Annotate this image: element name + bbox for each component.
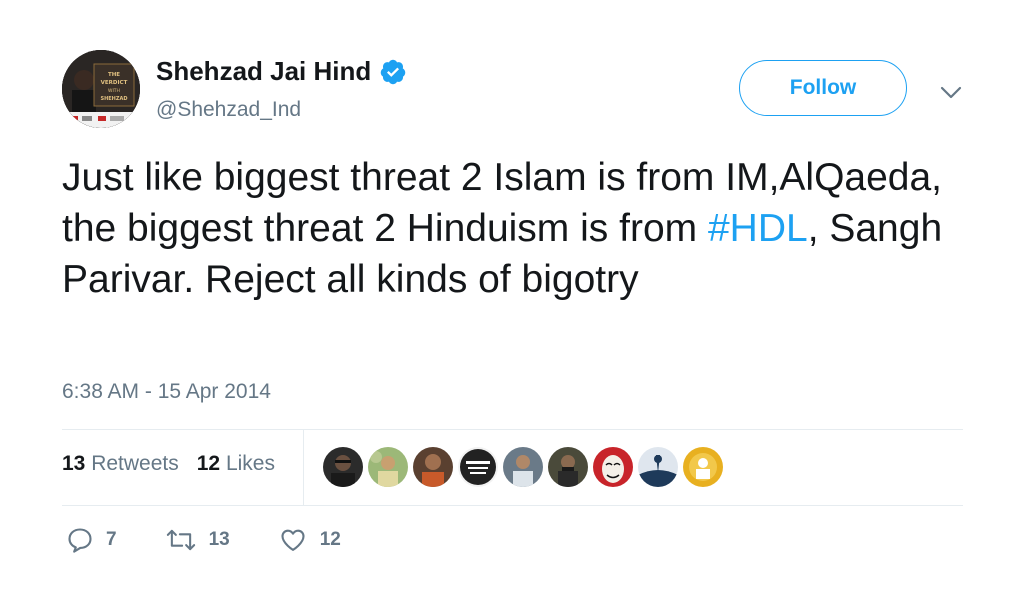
retweet-icon — [166, 529, 195, 551]
avatar-text-2: VERDICT — [101, 80, 128, 86]
liker-avatar[interactable] — [638, 447, 678, 487]
liker-avatar[interactable] — [548, 447, 588, 487]
liker-avatar[interactable] — [323, 447, 363, 487]
liker-avatar[interactable] — [503, 447, 543, 487]
retweets-count: 13 — [62, 452, 86, 475]
liker-avatar[interactable] — [458, 447, 498, 487]
liker-avatar[interactable] — [413, 447, 453, 487]
liker-avatar[interactable] — [593, 447, 633, 487]
display-name-text: Shehzad Jai Hind — [156, 56, 372, 86]
reply-count: 7 — [106, 529, 117, 550]
author-avatar[interactable]: THE VERDICT WITH SHEHZAD — [62, 50, 140, 128]
liker-avatars — [323, 447, 723, 487]
divider-bottom — [62, 505, 963, 506]
author-display-name[interactable]: Shehzad Jai Hind — [156, 56, 407, 87]
like-button[interactable]: 12 — [278, 526, 341, 554]
retweets-stat[interactable]: 13 Retweets — [62, 452, 179, 476]
retweet-count: 13 — [208, 529, 230, 550]
engagement-stats: 13 Retweets 12 Likes — [62, 452, 275, 476]
liker-avatar[interactable] — [683, 447, 723, 487]
follow-button[interactable]: Follow — [739, 60, 907, 116]
author-handle[interactable]: @Shehzad_Ind — [156, 98, 301, 122]
retweet-button[interactable]: 13 — [165, 526, 230, 554]
liker-avatar[interactable] — [368, 447, 408, 487]
hashtag-link[interactable]: #HDL — [708, 207, 808, 250]
verified-badge-icon — [381, 59, 406, 84]
avatar-text-3: WITH — [108, 88, 120, 94]
avatar-text-4: SHEHZAD — [100, 96, 127, 102]
heart-icon — [281, 529, 305, 551]
like-count: 12 — [319, 529, 341, 550]
retweets-label: Retweets — [91, 452, 179, 475]
likes-count: 12 — [196, 452, 221, 475]
avatar-text-1: THE — [108, 72, 120, 78]
likes-label: Likes — [225, 452, 275, 475]
tweet-timestamp[interactable]: 6:38 AM - 15 Apr 2014 — [62, 380, 271, 404]
reply-button[interactable]: 7 — [66, 526, 117, 554]
tweet-card: THE VERDICT WITH SHEHZAD Shehzad Jai Hin… — [0, 0, 1026, 587]
chevron-down-icon[interactable] — [937, 80, 965, 104]
divider-top — [62, 429, 963, 430]
stats-separator — [303, 430, 304, 505]
tweet-actions: 7 13 12 — [66, 526, 341, 554]
tweet-text: Just like biggest threat 2 Islam is from… — [62, 152, 982, 305]
reply-icon — [68, 528, 92, 553]
avatar-image: THE VERDICT WITH SHEHZAD — [62, 50, 140, 128]
likes-stat[interactable]: 12 Likes — [197, 452, 275, 476]
